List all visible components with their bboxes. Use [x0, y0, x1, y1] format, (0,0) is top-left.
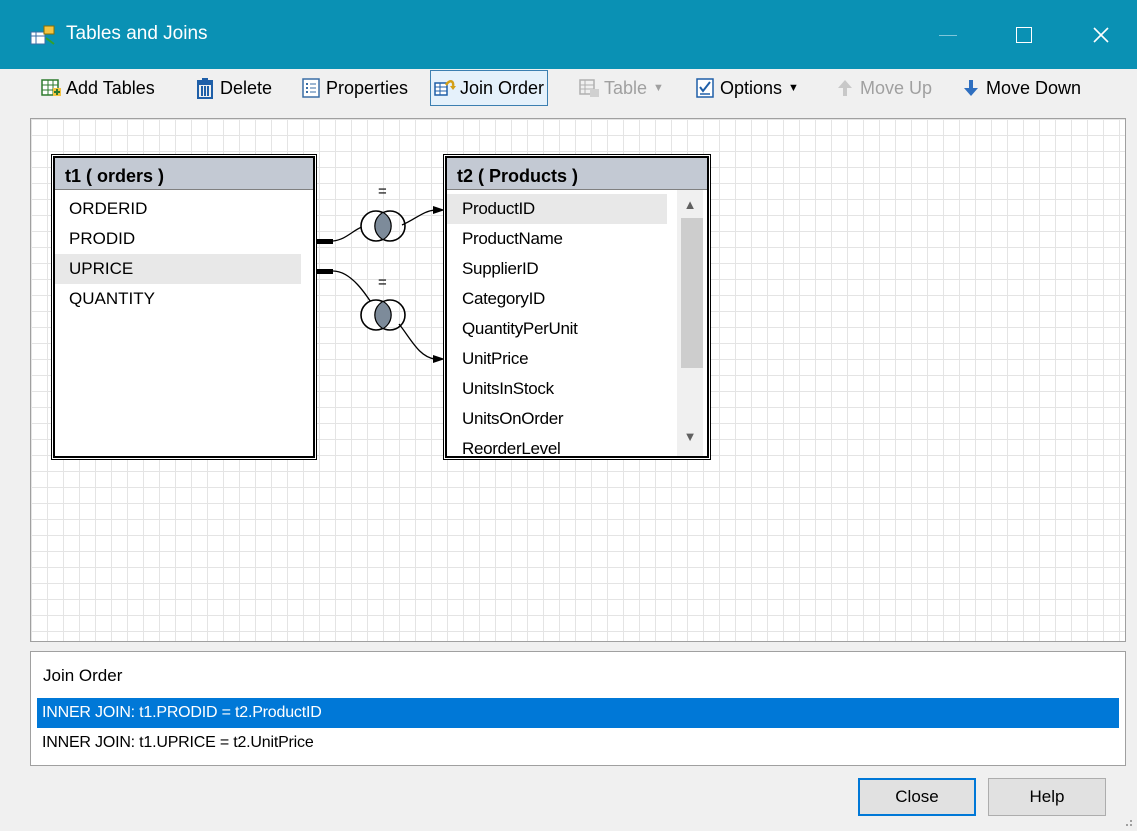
resize-grip-icon[interactable] — [1121, 815, 1133, 827]
arrow-up-icon — [838, 80, 852, 96]
table-title[interactable]: t1 ( orders ) — [55, 158, 313, 190]
table-fields: ORDERID PRODID UPRICE QUANTITY — [55, 190, 313, 314]
properties-label: Properties — [326, 77, 409, 98]
field-productname[interactable]: ProductName — [447, 224, 667, 254]
add-tables-label: Add Tables — [66, 77, 155, 98]
join-order-row[interactable]: INNER JOIN: t1.PRODID = t2.ProductID — [37, 698, 1119, 728]
arrow-down-icon — [964, 80, 978, 96]
field-supplierid[interactable]: SupplierID — [447, 254, 667, 284]
options-icon — [696, 78, 714, 98]
toolbar: Add Tables Delete Properties Join Order … — [0, 69, 1137, 109]
field-reorderlevel[interactable]: ReorderLevel — [447, 434, 667, 456]
field-quantityperunit[interactable]: QuantityPerUnit — [447, 314, 667, 344]
scroll-down-icon[interactable]: ▼ — [677, 424, 703, 450]
table-title[interactable]: t2 ( Products ) — [447, 158, 707, 190]
field-uprice[interactable]: UPRICE — [55, 254, 301, 284]
field-quantity[interactable]: QUANTITY — [55, 284, 313, 314]
field-productid[interactable]: ProductID — [447, 194, 667, 224]
minimize-button[interactable] — [925, 18, 971, 52]
help-button[interactable]: Help — [988, 778, 1106, 816]
close-button[interactable]: Close — [858, 778, 976, 816]
trash-icon — [197, 78, 213, 99]
maximize-button[interactable] — [1000, 18, 1046, 52]
chevron-down-icon: ▼ — [788, 82, 799, 94]
delete-label: Delete — [220, 77, 273, 98]
join-operator-label: = — [378, 274, 387, 291]
join-order-heading: Join Order — [43, 666, 123, 685]
scrollbar-thumb[interactable] — [681, 218, 703, 368]
join-order-panel: Join Order INNER JOIN: t1.PRODID = t2.Pr… — [30, 651, 1126, 766]
table-menu-label: Table — [604, 77, 648, 98]
join-order-row[interactable]: INNER JOIN: t1.UPRICE = t2.UnitPrice — [37, 728, 1119, 758]
table-t1-orders[interactable]: t1 ( orders ) ORDERID PRODID UPRICE QUAN… — [53, 156, 315, 458]
inner-join-icon — [360, 299, 406, 331]
options-menu-button[interactable]: Options ▼ — [694, 69, 799, 107]
tables-joins-icon — [30, 25, 55, 45]
join-order-icon — [434, 80, 456, 96]
minimize-icon — [939, 35, 957, 36]
chevron-down-icon: ▼ — [653, 82, 664, 94]
field-categoryid[interactable]: CategoryID — [447, 284, 667, 314]
table-t2-products[interactable]: t2 ( Products ) ProductID ProductName Su… — [445, 156, 709, 458]
fields-scrollbar[interactable]: ▲ ▼ — [677, 190, 703, 456]
delete-button[interactable]: Delete — [194, 69, 272, 107]
field-unitprice[interactable]: UnitPrice — [447, 344, 667, 374]
table-fields: ProductID ProductName SupplierID Categor… — [447, 190, 707, 456]
properties-button[interactable]: Properties — [300, 69, 408, 107]
maximize-icon — [1016, 27, 1032, 43]
close-window-button[interactable] — [1078, 18, 1124, 52]
move-up-button[interactable]: Move Up — [834, 69, 932, 107]
title-bar: Tables and Joins — [0, 0, 1137, 69]
table-menu-button[interactable]: Table ▼ — [578, 69, 664, 107]
move-up-label: Move Up — [860, 77, 933, 98]
inner-join-icon — [360, 210, 406, 242]
close-icon — [1093, 27, 1109, 43]
table-icon — [579, 79, 599, 97]
window-title: Tables and Joins — [66, 23, 208, 44]
join-operator-label: = — [378, 183, 387, 200]
join-order-button[interactable]: Join Order — [430, 70, 549, 106]
properties-icon — [302, 78, 320, 98]
join-order-label: Join Order — [460, 77, 545, 98]
field-prodid[interactable]: PRODID — [55, 224, 313, 254]
field-unitsonorder[interactable]: UnitsOnOrder — [447, 404, 667, 434]
add-tables-button[interactable]: Add Tables — [40, 69, 155, 107]
join-diagram-canvas[interactable]: = = t1 ( orders ) ORDERID PRODID UPRICE … — [30, 118, 1126, 642]
move-down-label: Move Down — [986, 77, 1082, 98]
scroll-up-icon[interactable]: ▲ — [677, 192, 703, 218]
field-orderid[interactable]: ORDERID — [55, 194, 313, 224]
add-table-icon — [41, 79, 61, 96]
field-unitsinstock[interactable]: UnitsInStock — [447, 374, 667, 404]
options-label: Options — [720, 77, 783, 98]
move-down-button[interactable]: Move Down — [960, 69, 1081, 107]
